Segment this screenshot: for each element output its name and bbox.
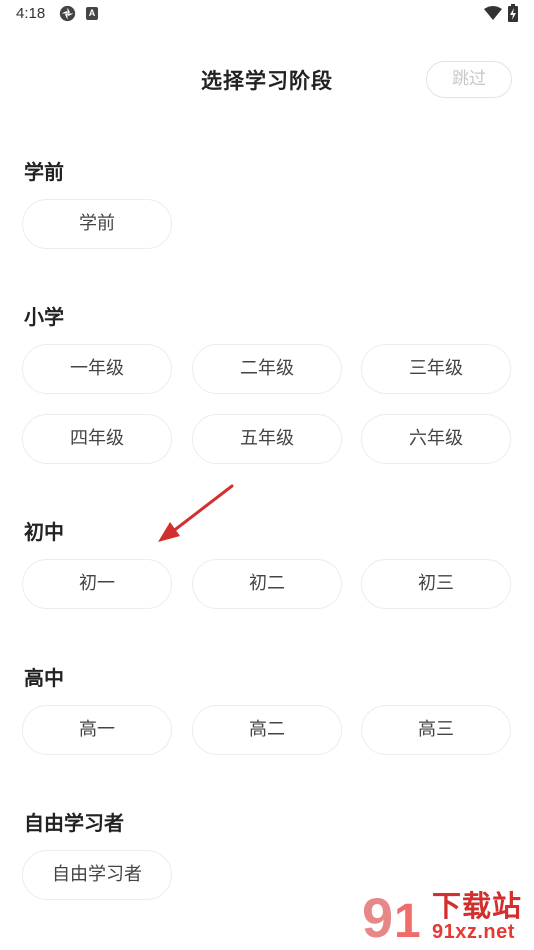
grade-button-junior-3[interactable]: 初三: [361, 559, 511, 609]
fan-icon: [59, 5, 76, 22]
section-title-junior-high: 初中: [24, 520, 64, 544]
grade-button-junior-2[interactable]: 初二: [192, 559, 342, 609]
grade-button-senior-1[interactable]: 高一: [22, 705, 172, 755]
grade-button-grade-3[interactable]: 三年级: [361, 344, 511, 394]
grade-button-free-learner[interactable]: 自由学习者: [22, 850, 172, 900]
section-title-preschool: 学前: [24, 160, 64, 184]
watermark-url: 91xz.net: [432, 921, 515, 943]
section-title-senior-high: 高中: [24, 666, 64, 690]
svg-text:9: 9: [362, 886, 393, 945]
grade-button-grade-2[interactable]: 二年级: [192, 344, 342, 394]
header: 选择学习阶段 跳过: [0, 52, 534, 106]
battery-charging-icon: [508, 4, 518, 22]
grade-button-grade-1[interactable]: 一年级: [22, 344, 172, 394]
grade-button-grade-4[interactable]: 四年级: [22, 414, 172, 464]
grade-button-grade-6[interactable]: 六年级: [361, 414, 511, 464]
watermark: 9 1 下载站 91xz.net: [360, 885, 532, 947]
notification-a-icon: A: [86, 7, 98, 20]
watermark-logo-icon: 9 1: [362, 886, 421, 945]
red-arrow-annotation-icon: [158, 484, 234, 542]
watermark-name: 下载站: [432, 889, 523, 923]
status-time: 4:18: [16, 5, 46, 22]
wifi-icon: [484, 6, 502, 20]
grade-button-preschool[interactable]: 学前: [22, 199, 172, 249]
svg-text:1: 1: [394, 895, 421, 945]
grade-button-grade-5[interactable]: 五年级: [192, 414, 342, 464]
status-bar: 4:18 A: [0, 0, 534, 28]
section-title-free-learner: 自由学习者: [24, 811, 124, 835]
section-title-primary: 小学: [24, 305, 64, 329]
grade-button-senior-2[interactable]: 高二: [192, 705, 342, 755]
grade-button-senior-3[interactable]: 高三: [361, 705, 511, 755]
skip-button[interactable]: 跳过: [426, 61, 512, 98]
grade-button-junior-1[interactable]: 初一: [22, 559, 172, 609]
